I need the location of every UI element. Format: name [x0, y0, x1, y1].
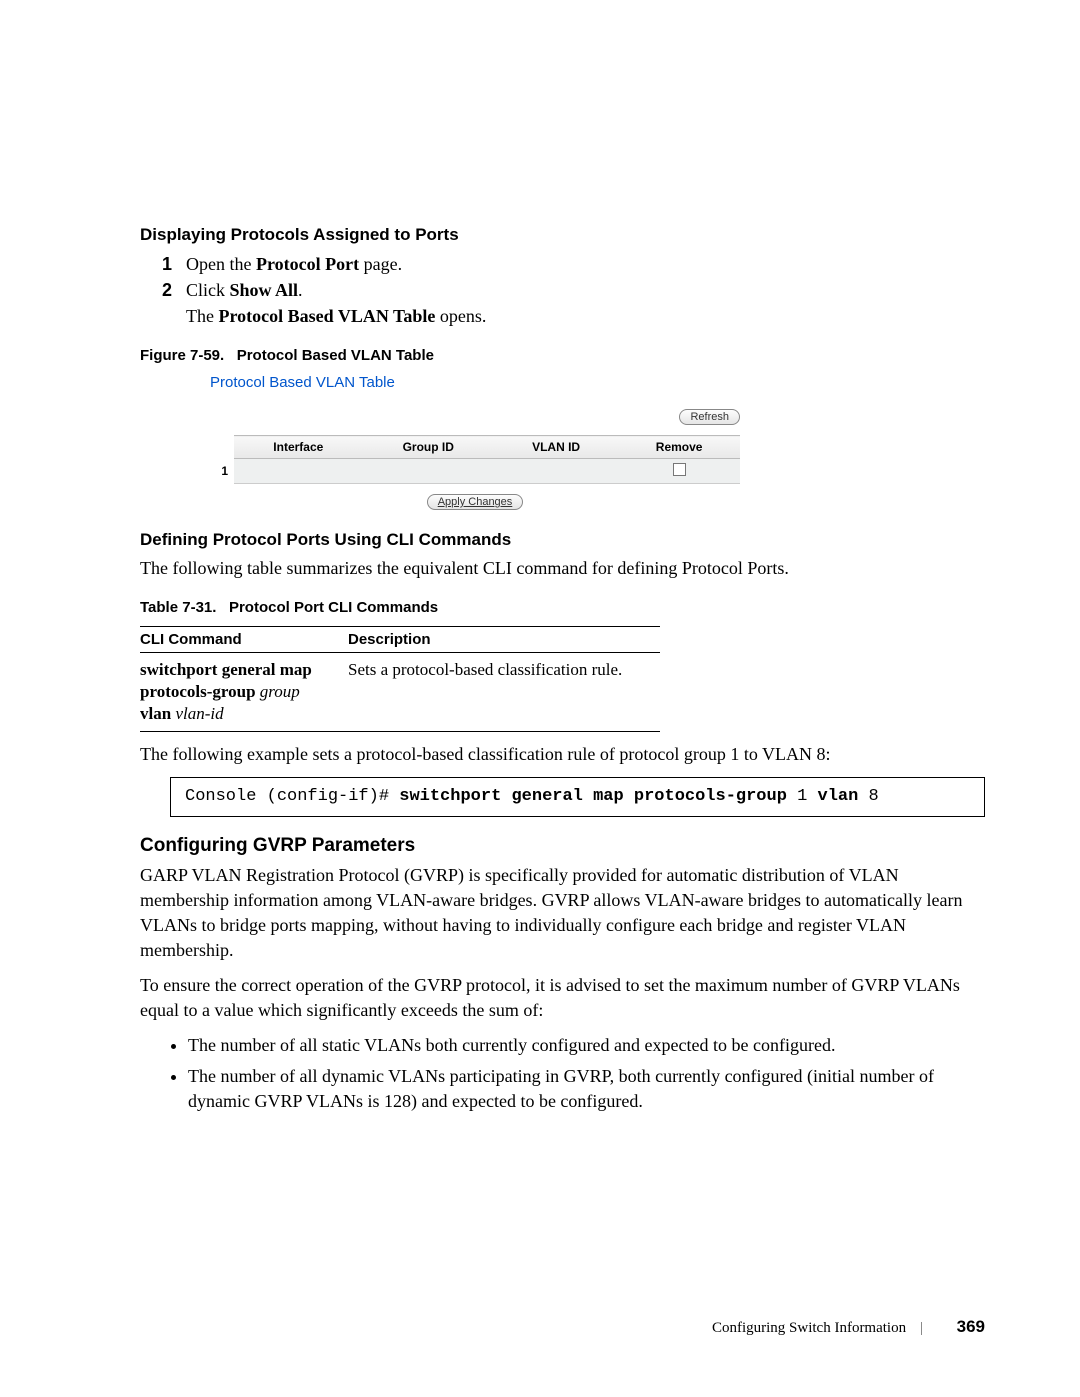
step-2: 2 Click Show All. The Protocol Based VLA… [140, 277, 985, 329]
cell-command: switchport general map protocols-group g… [140, 653, 348, 732]
gvrp-paragraph-2: To ensure the correct operation of the G… [140, 973, 985, 1023]
table-caption: Table 7-31. Protocol Port CLI Commands [140, 599, 985, 616]
apply-changes-button[interactable]: Apply Changes [427, 494, 524, 510]
step-body: Click Show All. The Protocol Based VLAN … [186, 277, 985, 329]
footer-chapter: Configuring Switch Information [712, 1320, 906, 1336]
code-example: Console (config-if)# switchport general … [170, 777, 985, 817]
gvrp-paragraph-1: GARP VLAN Registration Protocol (GVRP) i… [140, 863, 985, 963]
heading-defining-protocol-ports-cli: Defining Protocol Ports Using CLI Comman… [140, 530, 985, 550]
figure-caption: Figure 7-59. Protocol Based VLAN Table [140, 347, 985, 364]
step-number: 1 [160, 251, 172, 277]
row-index: 1 [210, 459, 234, 484]
col-vlan-id: VLAN ID [494, 436, 618, 459]
col-blank [210, 436, 234, 459]
figure-inner-title: Protocol Based VLAN Table [210, 374, 740, 391]
steps-list: 1 Open the Protocol Port page. 2 Click S… [140, 251, 985, 329]
step-number: 2 [160, 277, 172, 329]
table-row: switchport general map protocols-group g… [140, 653, 660, 732]
page-footer: Configuring Switch Information | 369 [712, 1317, 985, 1337]
cli-commands-table: CLI Command Description switchport gener… [140, 626, 660, 732]
cli-intro-paragraph: The following table summarizes the equiv… [140, 556, 985, 581]
table-row: 1 [210, 459, 740, 484]
heading-displaying-protocols: Displaying Protocols Assigned to Ports [140, 225, 985, 245]
th-description: Description [348, 627, 660, 653]
cell-remove [618, 459, 740, 484]
col-group-id: Group ID [363, 436, 494, 459]
vlan-table: Interface Group ID VLAN ID Remove 1 [210, 435, 740, 484]
step-body: Open the Protocol Port page. [186, 251, 985, 277]
refresh-button[interactable]: Refresh [679, 409, 740, 425]
col-remove: Remove [618, 436, 740, 459]
cell-interface [234, 459, 363, 484]
footer-page-number: 369 [957, 1317, 985, 1336]
list-item: The number of all static VLANs both curr… [188, 1033, 985, 1058]
cell-vlan-id [494, 459, 618, 484]
col-interface: Interface [234, 436, 363, 459]
cell-group-id [363, 459, 494, 484]
heading-configuring-gvrp: Configuring GVRP Parameters [140, 835, 985, 857]
remove-checkbox[interactable] [673, 463, 686, 476]
step-1: 1 Open the Protocol Port page. [140, 251, 985, 277]
list-item: The number of all dynamic VLANs particip… [188, 1064, 985, 1114]
cell-description: Sets a protocol-based classification rul… [348, 653, 660, 732]
figure-protocol-based-vlan-table: Protocol Based VLAN Table Refresh Interf… [210, 374, 740, 510]
footer-separator: | [920, 1320, 923, 1336]
gvrp-bullet-list: The number of all static VLANs both curr… [140, 1033, 985, 1114]
th-cli-command: CLI Command [140, 627, 348, 653]
example-intro: The following example sets a protocol-ba… [140, 742, 985, 767]
